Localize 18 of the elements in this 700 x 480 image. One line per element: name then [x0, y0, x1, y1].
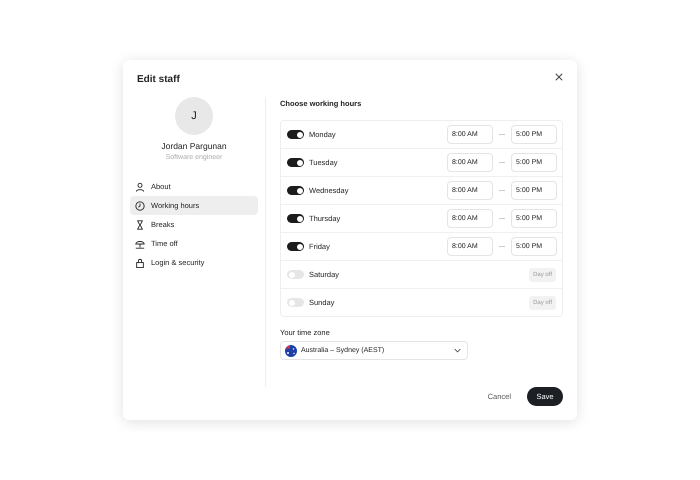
dialog-title: Edit staff	[137, 74, 180, 85]
toggle-switch[interactable]	[287, 130, 304, 139]
avatar: J	[175, 97, 213, 135]
staff-name: Jordan Pargunan	[161, 141, 227, 151]
person-icon	[135, 182, 145, 192]
flag-icon	[285, 344, 297, 356]
toggle-switch[interactable]	[287, 270, 304, 279]
toggle-switch[interactable]	[287, 214, 304, 223]
clock-icon	[135, 200, 145, 210]
toggle-switch[interactable]	[287, 298, 304, 307]
toggle-switch[interactable]	[287, 186, 304, 195]
close-icon[interactable]	[555, 73, 563, 81]
toggle-switch[interactable]	[287, 242, 304, 251]
umbrella-icon	[135, 238, 145, 248]
lock-icon	[135, 258, 145, 268]
toggle-switch[interactable]	[287, 158, 304, 167]
hourglass-icon	[135, 220, 145, 230]
chevron-down-icon	[454, 348, 461, 353]
